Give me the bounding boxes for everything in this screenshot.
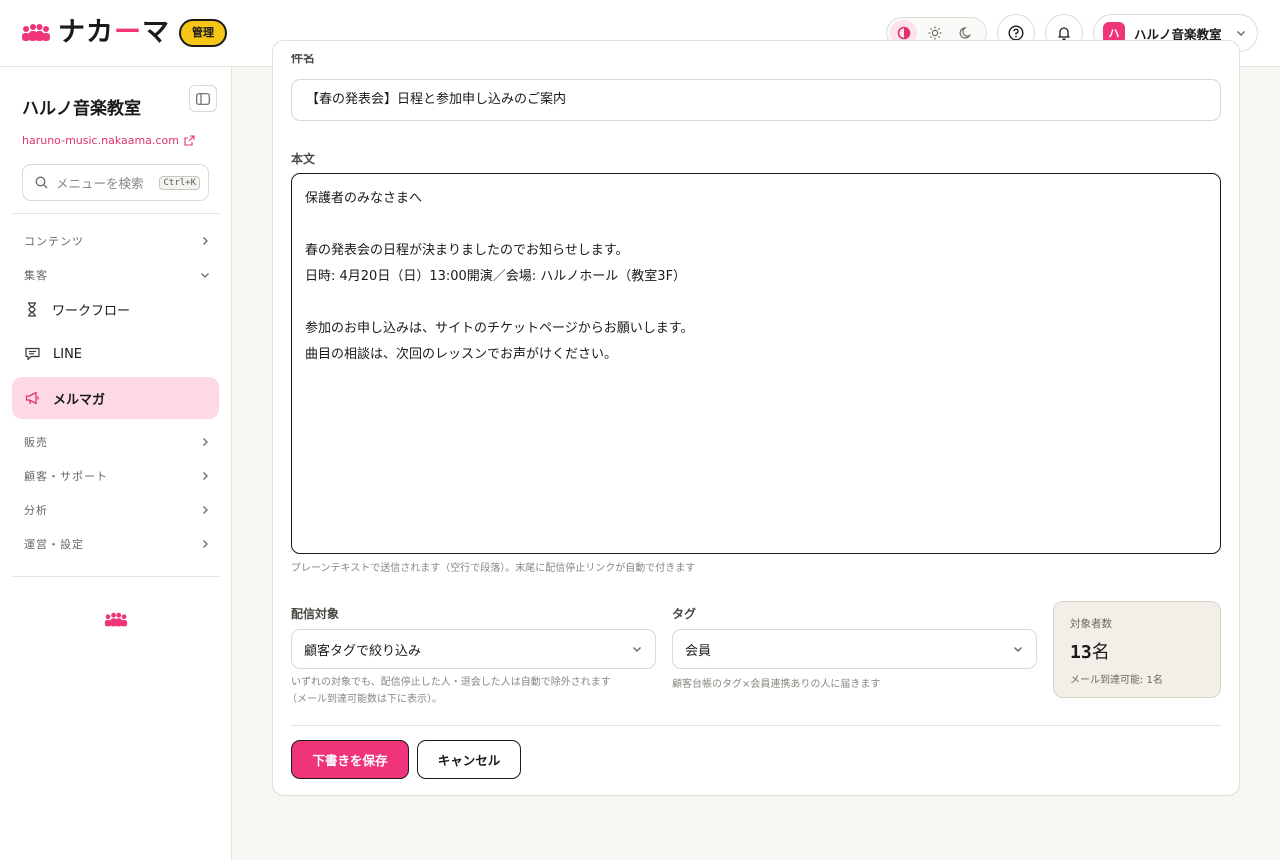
sidebar-section-contents[interactable]: コンテンツ [24, 231, 210, 251]
chevron-right-icon [203, 540, 208, 548]
site-url-text: haruno-music.nakaama.com [22, 134, 179, 147]
sidebar-section-marketing[interactable]: 集客 [24, 265, 210, 285]
moon-icon [959, 27, 971, 39]
chevron-right-icon [203, 472, 208, 480]
tag-help-text: 顧客台帳のタグ×会員連携ありの人に届きます [672, 679, 881, 690]
section-label: 販売 [24, 436, 48, 449]
save-draft-button[interactable]: 下書きを保存 [291, 740, 409, 779]
target-label: 配信対象 [291, 607, 340, 621]
target-help-text: いずれの対象でも、配信停止した人・退会した人は自動で除外されます [291, 677, 611, 688]
tag-select-value: 会員 [685, 643, 712, 659]
body-line: 曲目の相談は、次回のレッスンでお声がけください。 [305, 347, 618, 362]
sun-icon [928, 26, 941, 40]
help-icon [1008, 25, 1024, 41]
chevron-down-icon [201, 273, 209, 278]
subject-label: 件名 [291, 54, 316, 65]
chat-icon [25, 347, 40, 361]
sidebar-divider [12, 576, 219, 577]
sidebar-item-mailmag[interactable]: メルマガ [12, 377, 219, 419]
body-line: 参加のお申し込みは、サイトのチケットページからお願いします。 [305, 321, 694, 336]
hourglass-icon [28, 301, 36, 317]
count-unit: 名 [1091, 642, 1110, 663]
search-shortcut-hint: Ctrl+K [159, 175, 200, 190]
target-select[interactable]: 顧客タグで絞り込み [291, 629, 656, 669]
chevron-down-icon [1014, 647, 1022, 652]
megaphone-icon [25, 391, 39, 405]
chevron-down-icon [633, 647, 641, 652]
search-icon [35, 176, 48, 189]
bell-icon [1058, 27, 1070, 41]
sidebar-item-label: LINE [53, 346, 83, 362]
chevron-down-icon [1237, 31, 1245, 36]
external-link-icon [184, 135, 195, 146]
site-url-link[interactable]: haruno-music.nakaama.com [22, 134, 195, 147]
chevron-right-icon [203, 237, 208, 245]
admin-badge: 管理 [179, 19, 227, 47]
sidebar-collapse-button[interactable] [189, 85, 217, 112]
sidebar-section-settings[interactable]: 運営・設定 [24, 534, 210, 554]
site-title: ハルノ音楽教室 [22, 99, 141, 119]
chevron-right-icon [203, 506, 208, 514]
section-label: コンテンツ [24, 235, 84, 248]
sidebar: ハルノ音楽教室 haruno-music.nakaama.com メニューを検索… [0, 67, 232, 860]
people-logo-icon [22, 24, 50, 41]
body-line [305, 290, 1207, 316]
sidebar-item-workflow[interactable]: ワークフロー [12, 288, 219, 330]
menu-search-input[interactable]: メニューを検索 Ctrl+K [22, 164, 209, 201]
count-label: 対象者数 [1070, 618, 1112, 630]
body-textarea[interactable]: 保護者のみなさまへ 春の発表会の日程が決まりましたのでお知らせします。 日時: … [291, 173, 1221, 554]
body-help-text: プレーンテキストで送信されます（空行で段落）。末尾に配信停止リンクが自動で付きま… [291, 563, 696, 574]
body-line [305, 212, 1207, 238]
sidebar-divider [12, 213, 219, 214]
people-logo-icon [104, 612, 128, 627]
body-line: 春の発表会の日程が決まりましたのでお知らせします。 [305, 243, 629, 258]
sidebar-toggle-icon [196, 92, 210, 105]
section-label: 分析 [24, 504, 48, 517]
sidebar-item-label: ワークフロー [52, 303, 131, 319]
section-label: 集客 [24, 269, 48, 282]
sidebar-section-customers[interactable]: 顧客・サポート [24, 466, 210, 486]
reachable-count: メール到達可能: 1名 [1070, 675, 1163, 686]
recipient-count: 13名 [1070, 638, 1110, 664]
body-line: 保護者のみなさまへ [305, 191, 423, 206]
section-label: 運営・設定 [24, 538, 84, 551]
count-number: 13 [1070, 642, 1092, 663]
app-logo[interactable]: ナカーマ [22, 18, 170, 48]
target-help-text-2: （メール到達可能数は下に表示）。 [287, 694, 442, 705]
cancel-button[interactable]: キャンセル [417, 740, 521, 779]
recipient-count-panel: 対象者数 13名 メール到達可能: 1名 [1053, 601, 1221, 698]
section-label: 顧客・サポート [24, 470, 108, 483]
sidebar-item-line[interactable]: LINE [12, 333, 219, 375]
form-divider [291, 725, 1221, 726]
body-line: 日時: 4月20日（日）13:00開演／会場: ハルノホール（教室3F） [305, 269, 687, 284]
subject-input[interactable]: 【春の発表会】日程と参加申し込みのご案内 [291, 79, 1221, 121]
sidebar-item-label: メルマガ [53, 392, 106, 408]
body-label: 本文 [291, 152, 316, 166]
logo-wordmark: ナカーマ [58, 17, 170, 48]
sidebar-section-analytics[interactable]: 分析 [24, 500, 210, 520]
tag-label: タグ [672, 607, 697, 621]
tag-select[interactable]: 会員 [672, 629, 1037, 669]
search-placeholder: メニューを検索 [56, 176, 144, 191]
sidebar-section-sales[interactable]: 販売 [24, 432, 210, 452]
chevron-right-icon [203, 438, 208, 446]
target-select-value: 顧客タグで絞り込み [304, 643, 422, 659]
contrast-icon [897, 26, 910, 40]
